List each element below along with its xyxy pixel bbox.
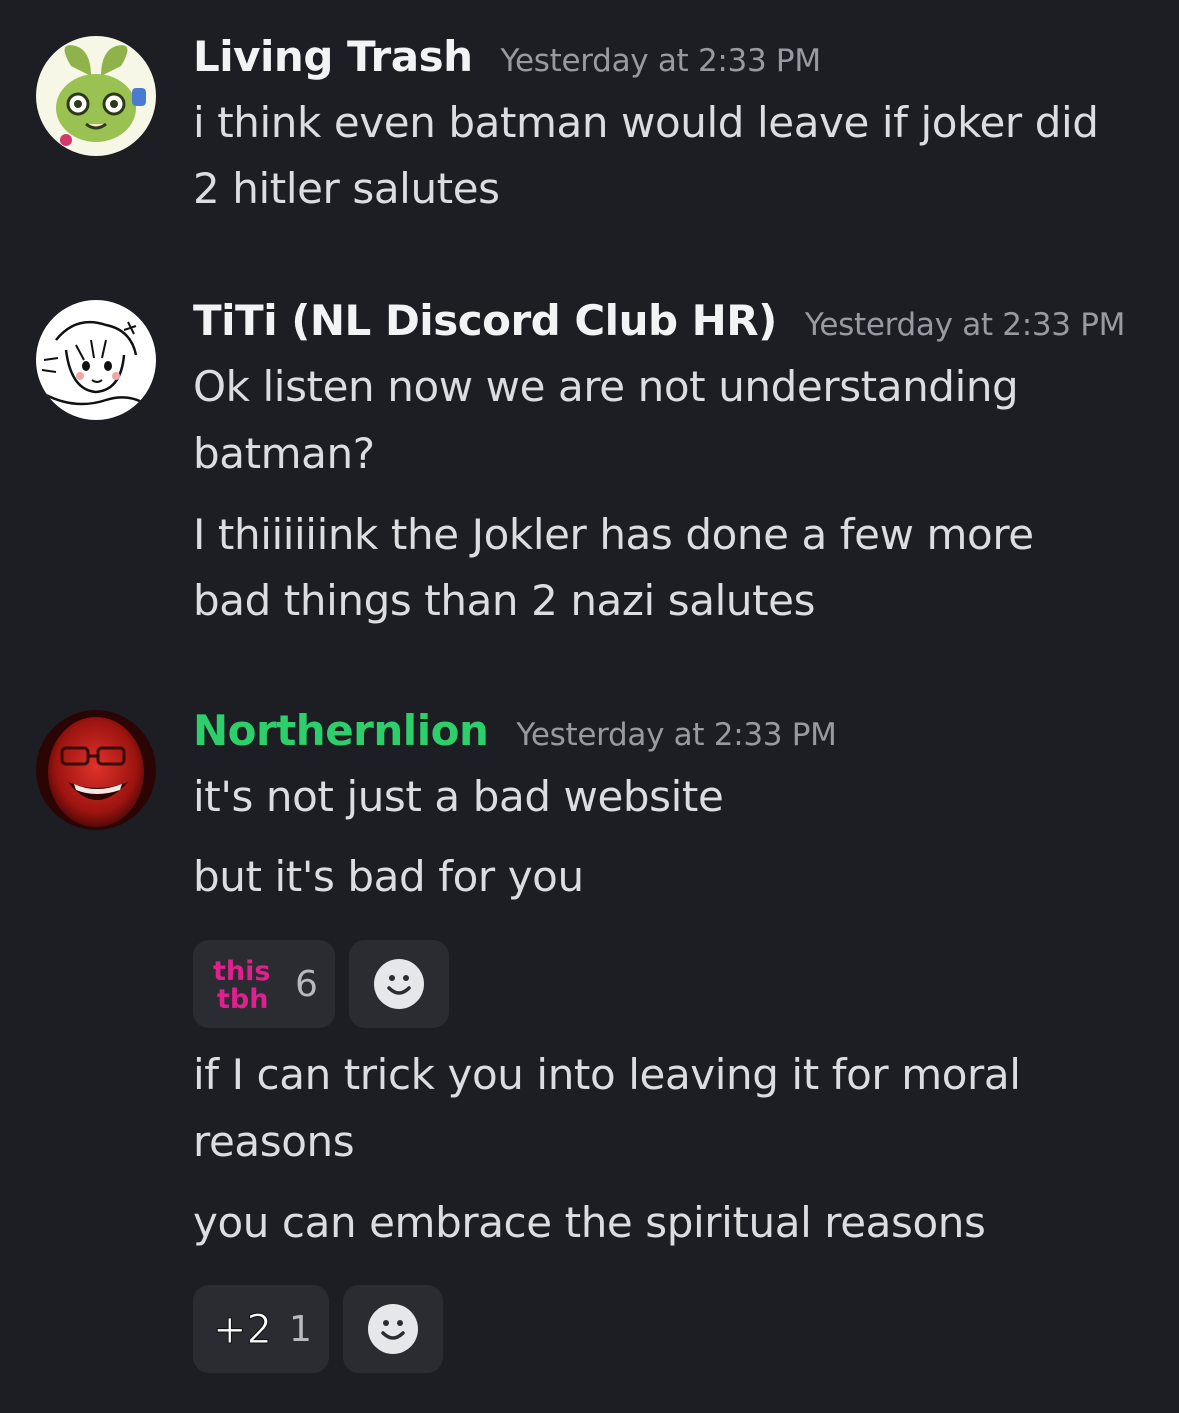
chat-messages: Living Trash Yesterday at 2:33 PM i thin… — [0, 0, 1179, 1413]
message-text: if I can trick you into leaving it for m… — [193, 1050, 1021, 1099]
reaction-this-tbh[interactable]: this tbh 6 — [193, 940, 335, 1028]
message-text: bad things than 2 nazi salutes — [193, 576, 816, 625]
reactions-bar: this tbh 6 — [193, 940, 463, 1028]
reaction-count: 1 — [289, 1308, 312, 1350]
message-group-titi: TiTi (NL Discord Club HR) Yesterday at 2… — [0, 260, 1179, 660]
message-header: Living Trash Yesterday at 2:33 PM — [193, 32, 821, 81]
plus-two-emoji-text: +2 — [213, 1307, 271, 1353]
message-text: I thiiiiiink the Jokler has done a few m… — [193, 510, 1034, 559]
reactions-bar: +2 1 — [193, 1285, 457, 1373]
green-creature-avatar-icon[interactable] — [36, 36, 156, 156]
message-text: reasons — [193, 1117, 355, 1166]
reaction-count: 6 — [295, 963, 318, 1005]
message-text: batman? — [193, 429, 375, 478]
add-reaction-button[interactable] — [343, 1285, 443, 1373]
this-tbh-emoji-text: this — [213, 956, 270, 987]
message-text: it's not just a bad website — [193, 772, 724, 821]
red-laughing-man-avatar-icon[interactable] — [36, 710, 156, 830]
message-text: you can embrace the spiritual reasons — [193, 1198, 986, 1247]
message-text: but it's bad for you — [193, 852, 584, 901]
message-header: TiTi (NL Discord Club HR) Yesterday at 2… — [193, 296, 1125, 345]
timestamp: Yesterday at 2:33 PM — [804, 307, 1126, 343]
smiley-add-reaction-icon — [374, 959, 424, 1009]
username[interactable]: TiTi (NL Discord Club HR) — [193, 296, 777, 345]
smiley-add-reaction-icon — [368, 1304, 418, 1354]
message-text: 2 hitler salutes — [193, 164, 500, 213]
timestamp: Yesterday at 2:33 PM — [500, 43, 822, 79]
message-text: Ok listen now we are not understanding — [193, 362, 1019, 411]
timestamp: Yesterday at 2:33 PM — [516, 717, 837, 753]
message-text: i think even batman would leave if joker… — [193, 98, 1099, 147]
this-tbh-emoji-text: tbh — [217, 984, 268, 1015]
reaction-plus-two[interactable]: +2 1 — [193, 1285, 329, 1373]
plus-two-emoji: +2 — [213, 1307, 272, 1354]
message-group-northernlion: Northernlion Yesterday at 2:33 PM it's n… — [0, 670, 1179, 1413]
message-group-living-trash: Living Trash Yesterday at 2:33 PM i thin… — [0, 0, 1179, 250]
username[interactable]: Northernlion — [193, 706, 489, 755]
username[interactable]: Living Trash — [193, 32, 473, 81]
add-reaction-button[interactable] — [349, 940, 449, 1028]
this-tbh-emoji: this tbh — [213, 956, 270, 1015]
message-header: Northernlion Yesterday at 2:33 PM — [193, 706, 837, 755]
sketch-girl-avatar-icon[interactable] — [36, 300, 156, 420]
